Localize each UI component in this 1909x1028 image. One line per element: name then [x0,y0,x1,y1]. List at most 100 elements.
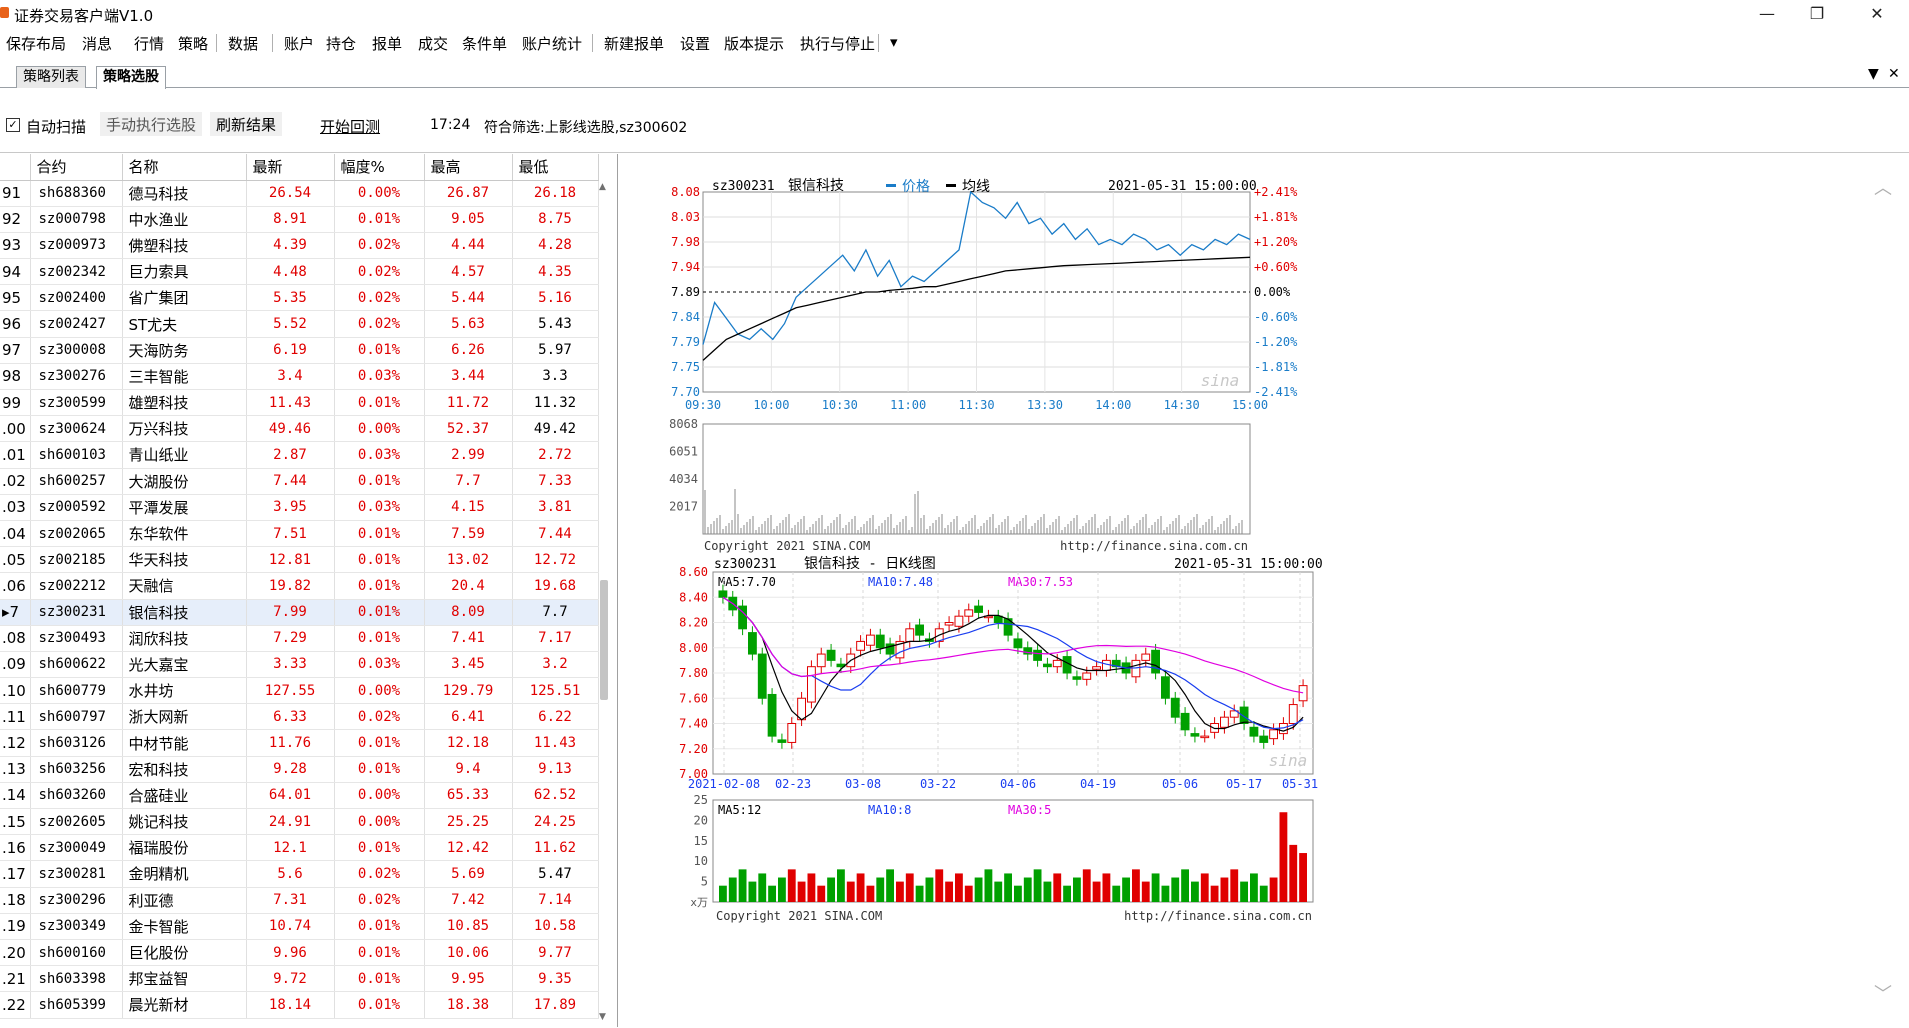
header-code[interactable]: 合约 [30,154,123,181]
menu-item-12[interactable]: 设置 [680,33,710,54]
table-row[interactable]: .11 sh600797 浙大网新 6.33 0.02% 6.41 6.22 [0,703,599,731]
refresh-results-button[interactable]: 刷新结果 [210,112,283,136]
row-last: 7.51 [246,520,335,548]
intraday-vol-tick: 4034 [669,472,698,486]
table-row[interactable]: 97 sz300008 天海防务 6.19 0.01% 6.26 5.97 [0,337,599,364]
kline-candle [905,628,915,642]
menu-item-15[interactable]: ▾ [890,33,898,51]
menu-item-1[interactable]: 消息 [82,33,112,54]
table-row[interactable]: .10 sh600779 水井坊 127.55 0.00% 129.79 125.51 [0,677,599,705]
menu-item-4[interactable]: 数据 [228,33,258,54]
menu-item-7[interactable]: 报单 [372,33,402,54]
menu-item-9[interactable]: 条件单 [462,33,507,54]
row-last: 127.55 [246,677,335,705]
row-high: 9.95 [424,965,513,993]
table-row[interactable]: 93 sz000973 佛塑科技 4.39 0.02% 4.44 4.28 [0,232,599,260]
row-last: 5.52 [246,310,335,338]
charts-svg: sz300231 银信科技 价格 均线 2021-05-31 15:00:008.08 +… [669,178,1323,923]
table-row[interactable]: .09 sh600622 光大嘉宝 3.33 0.03% 3.45 3.2 [0,651,599,679]
tab-dropdown-icon[interactable]: ▼ [1868,66,1879,82]
table-row[interactable]: .17 sz300281 金明精机 5.6 0.02% 5.69 5.47 [0,860,599,888]
table-row[interactable]: .13 sh603256 宏和科技 9.28 0.01% 9.4 9.13 [0,756,599,783]
header-name[interactable]: 名称 [122,154,247,181]
header-change[interactable]: 幅度% [334,154,425,181]
menu-item-10[interactable]: 账户统计 [522,33,582,54]
table-row[interactable]: 95 sz002400 省广集团 5.35 0.02% 5.44 5.16 [0,284,599,312]
kline-y-tick: 7.60 [679,691,708,705]
menu-item-11[interactable]: 新建报单 [604,33,664,54]
menu-item-3[interactable]: 策略 [178,33,208,54]
chart-scroll-down-icon[interactable]: ﹀ [1874,980,1892,1006]
auto-scan-label[interactable]: 自动扫描 [26,116,86,137]
auto-scan-checkbox[interactable]: ✓ [6,118,20,132]
table-row[interactable]: .21 sh603398 邦宝益智 9.72 0.01% 9.95 9.35 [0,965,599,993]
table-row[interactable]: .19 sz300349 金卡智能 10.74 0.01% 10.85 10.58 [0,913,599,940]
table-row[interactable]: .14 sh603260 合盛硅业 64.01 0.00% 65.33 62.52 [0,782,599,810]
row-code: sz002605 [30,808,123,836]
kline-vol-bar [1132,869,1140,902]
intraday-right-tick: -1.20% [1254,335,1298,349]
kline-vol-bar [728,877,737,902]
kline-y-tick: 8.00 [679,641,708,655]
scroll-down-icon[interactable]: ▼ [599,1012,606,1022]
header-low[interactable]: 最低 [512,154,599,181]
row-high: 7.42 [424,887,513,914]
table-row[interactable]: .03 sz000592 平潭发展 3.95 0.03% 4.15 3.81 [0,494,599,521]
kline-vol-bar [748,881,757,902]
restore-button[interactable]: ❐ [1794,0,1840,28]
table-row[interactable]: .20 sh600160 巨化股份 9.96 0.01% 10.06 9.77 [0,939,599,967]
kline-candle [954,615,964,627]
menu-item-0[interactable]: 保存布局 [6,33,66,54]
grid-scrollbar[interactable]: ▲ ▼ [598,180,610,1026]
close-button[interactable]: ✕ [1854,0,1900,28]
scroll-up-icon[interactable]: ▲ [599,182,606,192]
table-row[interactable]: 92 sz000798 中水渔业 8.91 0.01% 9.05 8.75 [0,206,599,233]
tab-strategy-list[interactable]: 策略列表 [16,66,86,88]
manual-select-button[interactable]: 手动执行选股 [100,112,203,136]
row-low: 7.7 [512,599,599,626]
table-row[interactable]: 99 sz300599 雄塑科技 11.43 0.01% 11.72 11.32 [0,389,599,417]
table-row[interactable]: .00 sz300624 万兴科技 49.46 0.00% 52.37 49.42 [0,415,599,443]
header-high[interactable]: 最高 [424,154,513,181]
table-row[interactable]: .04 sz002065 东华软件 7.51 0.01% 7.59 7.44 [0,520,599,548]
header-last[interactable]: 最新 [246,154,335,181]
table-row[interactable]: .06 sz002212 天融信 19.82 0.01% 20.4 19.68 [0,572,599,600]
row-last: 5.6 [246,860,335,888]
menu-item-14[interactable]: 执行与停止 [800,33,875,54]
table-row[interactable]: 98 sz300276 三丰智能 3.4 0.03% 3.44 3.3 [0,363,599,391]
tab-strategy-selection[interactable]: 策略选股 [96,66,166,89]
menu-item-2[interactable]: 行情 [134,33,164,54]
row-low: 6.22 [512,703,599,731]
table-row[interactable]: 91 sh688360 德马科技 26.54 0.00% 26.87 26.18 [0,180,599,207]
table-row[interactable]: .01 sh600103 青山纸业 2.87 0.03% 2.99 2.72 [0,441,599,469]
row-high: 5.44 [424,284,513,312]
minimize-button[interactable]: — [1744,0,1790,28]
row-last: 7.44 [246,468,335,495]
table-row[interactable]: .22 sh605399 晨光新材 18.14 0.01% 18.38 17.89 [0,991,599,1019]
table-row[interactable]: .08 sz300493 润欣科技 7.29 0.01% 7.41 7.17 [0,625,599,652]
grid-scroll-thumb[interactable] [600,580,608,700]
table-row[interactable]: .15 sz002605 姚记科技 24.91 0.00% 25.25 24.25 [0,808,599,836]
chart-scrollbar[interactable]: ︿ ﹀ [1872,160,1894,1020]
table-row[interactable]: .12 sh603126 中材节能 11.76 0.01% 12.18 11.43 [0,729,599,757]
row-low: 8.75 [512,206,599,233]
kline-candle [748,632,757,655]
table-row[interactable]: .05 sz002185 华天科技 12.81 0.01% 13.02 12.72 [0,546,599,574]
row-last: 11.43 [246,389,335,417]
table-row[interactable]: .18 sz300296 利亚德 7.31 0.02% 7.42 7.14 [0,887,599,914]
menu-item-8[interactable]: 成交 [418,33,448,54]
table-row[interactable]: ▸7 sz300231 银信科技 7.99 0.01% 8.09 7.7 [0,599,599,626]
menu-item-5[interactable]: 账户 [284,33,314,54]
intraday-right-tick: +1.20% [1254,235,1298,249]
row-low: 7.33 [512,468,599,495]
tab-close-icon[interactable]: ✕ [1888,66,1900,82]
table-row[interactable]: 96 sz002427 ST尤夫 5.52 0.02% 5.63 5.43 [0,310,599,338]
table-row[interactable]: 94 sz002342 巨力索具 4.48 0.02% 4.57 4.35 [0,258,599,286]
start-backtest-button[interactable]: 开始回测 [320,116,380,137]
chart-scroll-up-icon[interactable]: ︿ [1874,174,1892,200]
table-row[interactable]: .02 sh600257 大湖股份 7.44 0.01% 7.7 7.33 [0,468,599,495]
table-row[interactable]: .16 sz300049 福瑞股份 12.1 0.01% 12.42 11.62 [0,834,599,862]
kline-url: http://finance.sina.com.cn [1124,909,1312,923]
menu-item-13[interactable]: 版本提示 [724,33,784,54]
menu-item-6[interactable]: 持仓 [326,33,356,54]
